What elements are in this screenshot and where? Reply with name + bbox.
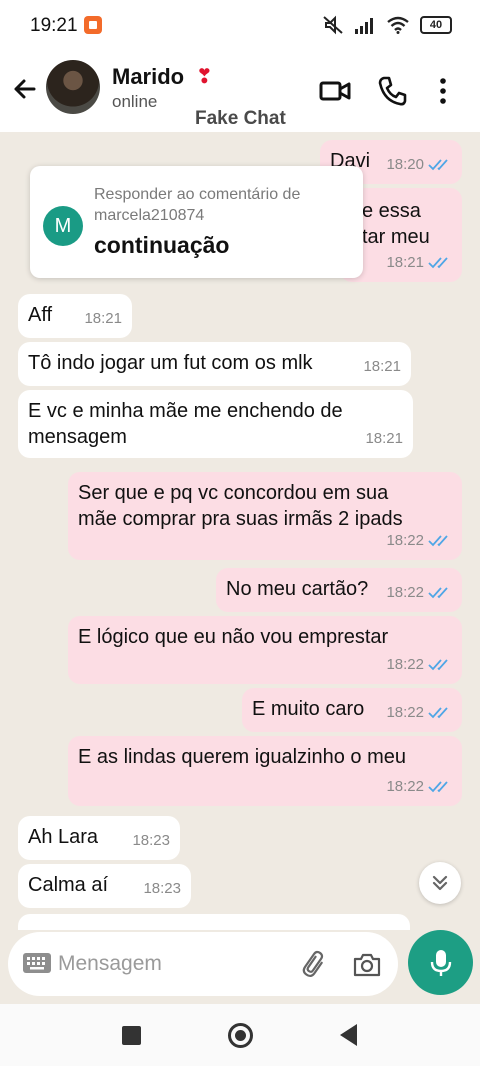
- wifi-icon: [387, 16, 409, 34]
- keyboard-icon[interactable]: [22, 952, 52, 974]
- system-navigation-bar: [0, 1004, 480, 1066]
- message-meta: 18:21: [365, 426, 403, 452]
- double-check-icon: [428, 707, 448, 719]
- mic-icon: [430, 949, 451, 976]
- message-incoming[interactable]: Tô indo jogar um fut com os mlk 18:21: [18, 342, 411, 386]
- message-time: 18:21: [84, 310, 122, 327]
- commenter-avatar: M: [43, 206, 83, 246]
- camera-icon[interactable]: [352, 950, 382, 980]
- message-meta: 18:22: [386, 774, 452, 800]
- message-incoming-partial[interactable]: [18, 914, 410, 930]
- message-meta: 18:21: [363, 354, 401, 380]
- message-time: 18:22: [386, 704, 424, 721]
- message-meta: 18:22: [386, 700, 452, 726]
- double-check-icon: [428, 257, 448, 269]
- double-check-icon: [428, 659, 448, 671]
- status-bar: 19:21 40: [0, 0, 480, 52]
- contact-name[interactable]: Marido: [112, 64, 184, 90]
- message-meta: 18:22: [386, 580, 452, 606]
- attach-icon[interactable]: [300, 950, 330, 980]
- message-time: 18:22: [386, 584, 424, 601]
- screen-record-icon: [84, 16, 102, 34]
- message-time: 18:23: [132, 832, 170, 849]
- signal-icon: [355, 18, 373, 34]
- contact-status: online: [112, 92, 158, 111]
- message-incoming[interactable]: Aff 18:21: [18, 294, 132, 338]
- double-check-icon: [428, 587, 448, 599]
- home-button[interactable]: [228, 1023, 253, 1048]
- message-meta: 18:23: [143, 876, 181, 902]
- message-input[interactable]: [58, 948, 278, 980]
- video-call-icon[interactable]: [318, 74, 352, 108]
- scroll-to-bottom-button[interactable]: [419, 862, 461, 904]
- message-outgoing[interactable]: E lógico que eu não vou emprestar 18:22: [68, 616, 462, 684]
- message-outgoing[interactable]: E muito caro 18:22: [242, 688, 462, 732]
- message-incoming[interactable]: Ah Lara 18:23: [18, 816, 180, 860]
- message-outgoing[interactable]: Ser que e pq vc concordou em sua mãe com…: [68, 472, 462, 560]
- message-meta: 18:23: [132, 828, 170, 854]
- message-meta: 18:22: [386, 652, 452, 678]
- double-check-icon: [428, 781, 448, 793]
- message-text: Ah Lara: [28, 826, 99, 848]
- mic-button[interactable]: [408, 930, 473, 995]
- message-incoming[interactable]: Calma aí 18:23: [18, 864, 191, 908]
- message-text: Aff: [28, 304, 53, 326]
- message-time: 18:22: [386, 532, 424, 549]
- fake-chat-watermark: Fake Chat: [195, 108, 286, 129]
- double-check-icon: [428, 159, 448, 171]
- message-meta: 18:20: [386, 152, 452, 178]
- back-arrow-icon[interactable]: [8, 72, 42, 106]
- system-back-button[interactable]: [340, 1024, 357, 1046]
- recent-apps-button[interactable]: [122, 1026, 141, 1045]
- reply-card-text: continuação: [94, 232, 230, 258]
- heart-emoji: ❣: [196, 66, 213, 88]
- message-time: 18:20: [386, 156, 424, 173]
- message-time: 18:22: [386, 778, 424, 795]
- message-text: E vc e minha mãe me enchendo de mensagem: [28, 400, 343, 448]
- double-chevron-down-icon: [432, 875, 448, 891]
- status-icons: 40: [322, 14, 452, 36]
- message-meta: 18:22: [386, 528, 452, 554]
- message-meta: 18:21: [386, 250, 452, 276]
- message-time: 18:21: [386, 254, 424, 271]
- message-text: E lógico que eu não vou emprestar: [78, 626, 389, 648]
- message-time: 18:23: [143, 880, 181, 897]
- message-time: 18:21: [365, 430, 403, 447]
- reply-comment-card[interactable]: M Responder ao comentário de marcela2108…: [30, 166, 363, 278]
- message-outgoing[interactable]: E as lindas querem igualzinho o meu 18:2…: [68, 736, 462, 806]
- message-text: E as lindas querem igualzinho o meu: [78, 746, 406, 768]
- message-time: 18:21: [363, 358, 401, 375]
- message-input-bar: [8, 932, 398, 996]
- message-outgoing[interactable]: No meu cartão? 18:22: [216, 568, 462, 612]
- mute-icon: [323, 15, 343, 35]
- reply-card-title: Responder ao comentário de marcela210874: [94, 186, 301, 224]
- message-text: Ser que e pq vc concordou em sua mãe com…: [78, 482, 403, 530]
- message-meta: 18:21: [84, 306, 122, 332]
- message-incoming[interactable]: E vc e minha mãe me enchendo de mensagem…: [18, 390, 413, 458]
- message-text: Calma aí: [28, 874, 109, 896]
- message-time: 18:22: [386, 656, 424, 673]
- phone-icon[interactable]: [375, 74, 409, 108]
- message-text: No meu cartão?: [226, 578, 369, 600]
- contact-avatar[interactable]: [46, 60, 100, 114]
- message-text: e essa tar meu: [362, 200, 430, 248]
- message-text: E muito caro: [252, 698, 365, 720]
- status-time: 19:21: [30, 15, 78, 36]
- message-text: Tô indo jogar um fut com os mlk: [28, 352, 313, 374]
- battery-indicator: 40: [420, 16, 452, 34]
- more-vert-icon[interactable]: [433, 74, 453, 108]
- double-check-icon: [428, 535, 448, 547]
